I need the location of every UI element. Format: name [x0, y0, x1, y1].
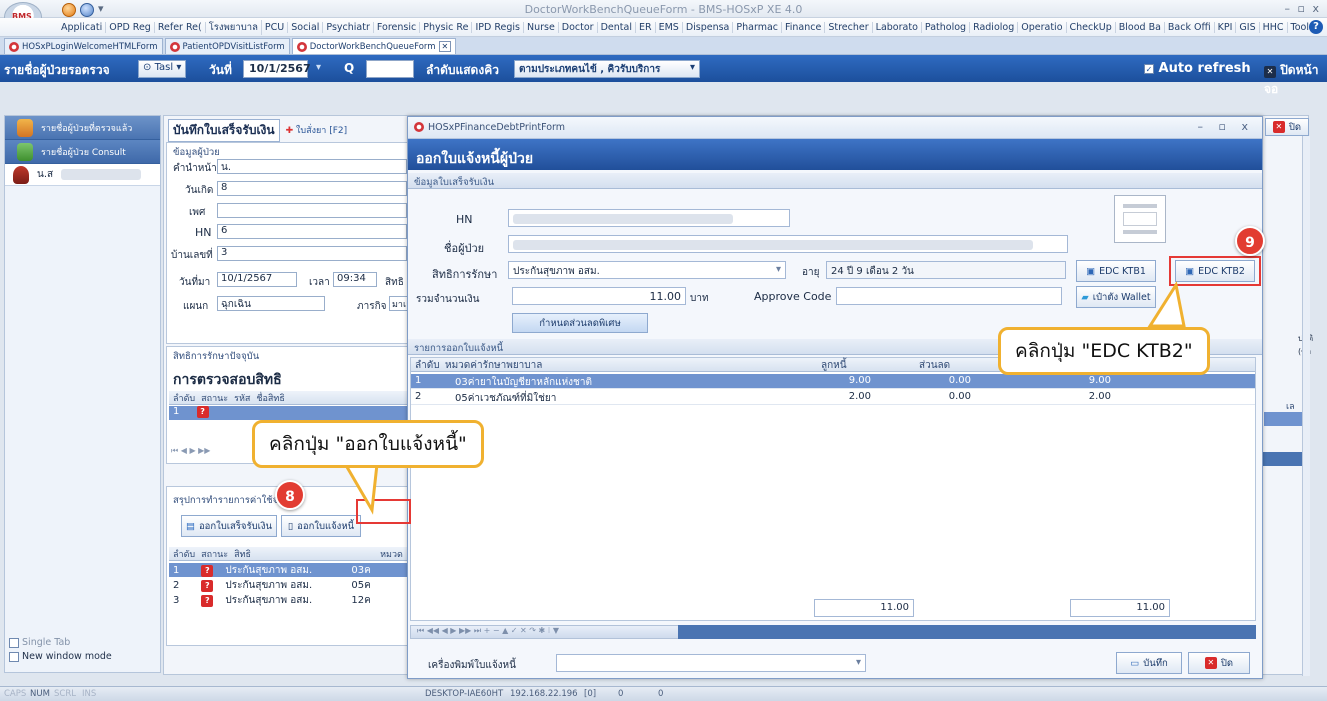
host-name: DESKTOP-IAE60HT — [425, 689, 504, 699]
num-indicator: NUM — [30, 689, 50, 699]
scrl-indicator: SCRL — [54, 689, 76, 699]
callout-edc-ktb2: คลิกปุ่ม "EDC KTB2" — [998, 327, 1210, 375]
callout2-pointer — [1147, 281, 1186, 328]
ip-address: 192.168.22.196 — [510, 689, 578, 699]
step-badge-9: 9 — [1235, 226, 1265, 256]
caps-indicator: CAPS — [4, 689, 27, 699]
step-badge-8: 8 — [275, 480, 305, 510]
callout-debt: คลิกปุ่ม "ออกใบแจ้งหนี้" — [252, 420, 484, 468]
ins-indicator: INS — [82, 689, 97, 699]
status-bar: CAPS NUM SCRL INS DESKTOP-IAE60HT 192.16… — [0, 686, 1327, 701]
